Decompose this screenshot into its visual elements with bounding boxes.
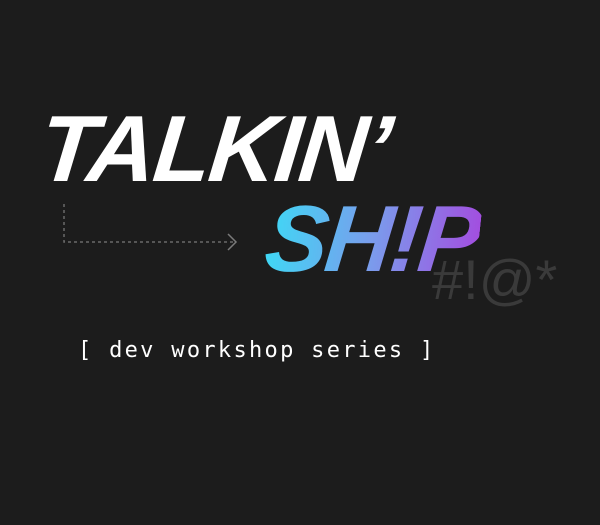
dotted-arrow-icon [63, 204, 238, 251]
title-talkin: TALKIN’ [34, 96, 396, 201]
subtitle: [ dev workshop series ] [78, 338, 436, 363]
title-ship: SH!P [260, 186, 485, 291]
